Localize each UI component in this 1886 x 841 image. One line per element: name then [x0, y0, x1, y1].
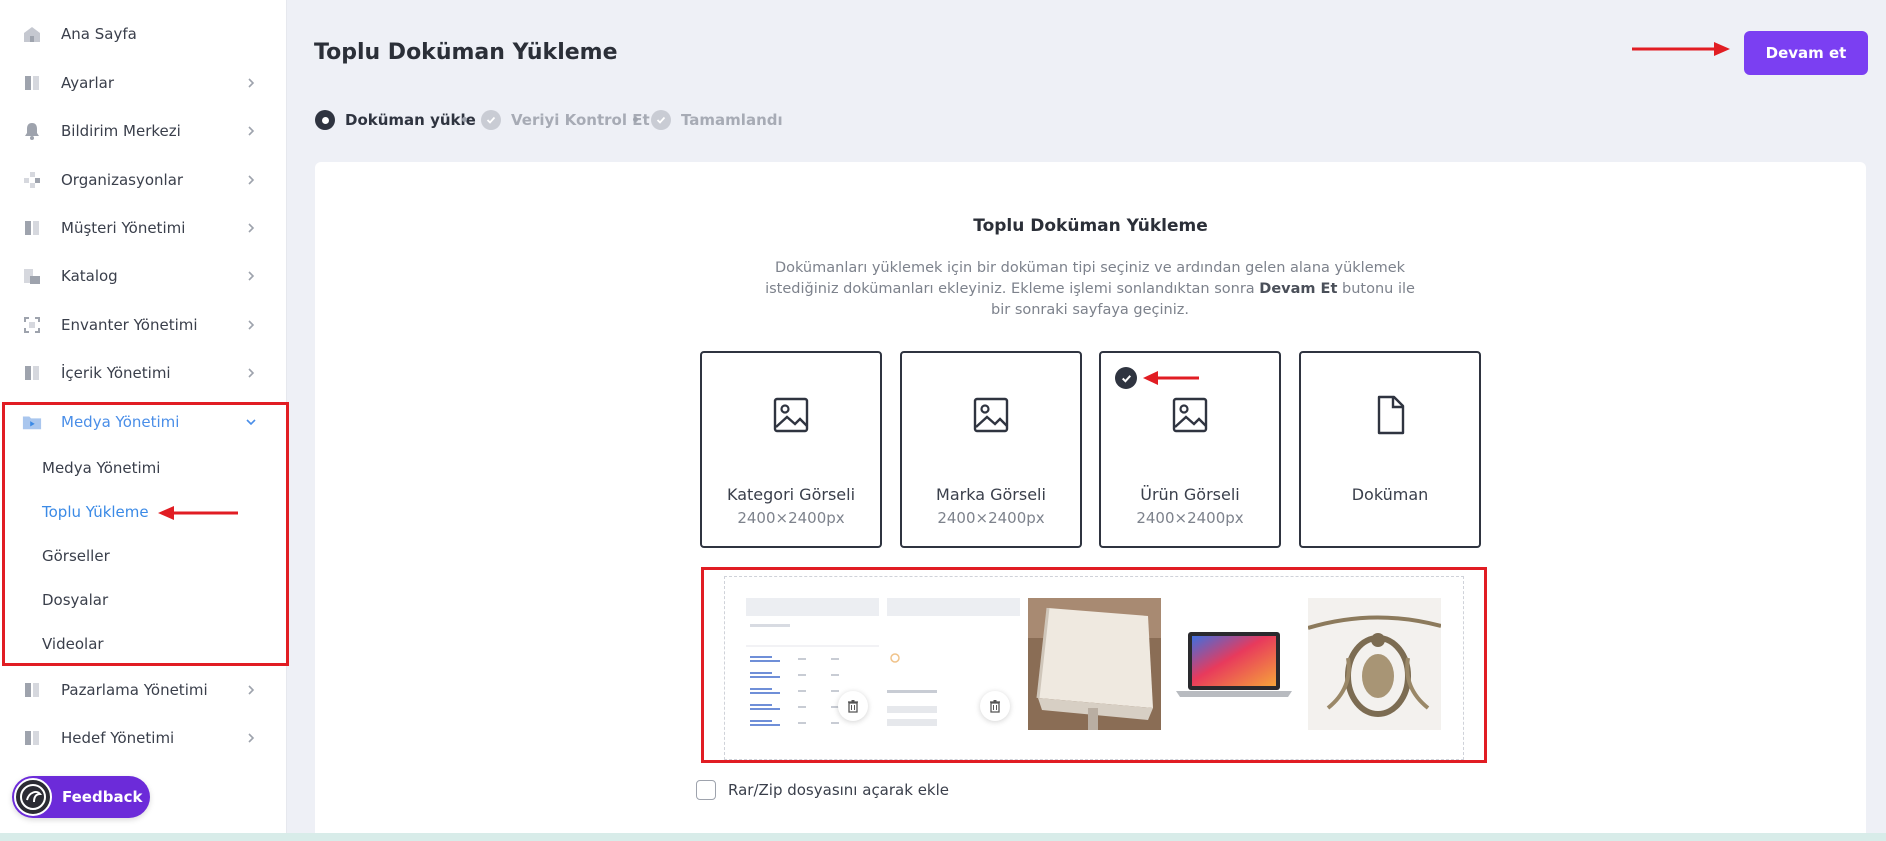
upload-title: Toplu Doküman Yükleme — [973, 216, 1208, 236]
sidebar-item-customers[interactable]: Müşteri Yönetimi — [0, 208, 287, 248]
chevron-right-icon — [248, 223, 255, 233]
step-label: Veriyi Kontrol Et — [511, 111, 650, 129]
chevron-right-icon — [248, 175, 255, 185]
step-completed: Tamamlandı — [651, 110, 783, 130]
type-size: 2400×2400px — [737, 509, 845, 527]
zip-extract-option[interactable]: Rar/Zip dosyasını açarak ekle — [696, 780, 949, 800]
sidebar-item-label: İçerik Yönetimi — [61, 364, 171, 382]
zip-extract-checkbox[interactable] — [696, 780, 716, 800]
delete-thumbnail-button[interactable] — [838, 691, 868, 721]
step-current-icon — [315, 110, 335, 130]
zip-extract-label: Rar/Zip dosyasını açarak ekle — [728, 781, 950, 799]
step-label: Tamamlandı — [681, 111, 783, 129]
annotation-arrow-left — [158, 506, 238, 520]
sidebar-item-label: Ana Sayfa — [61, 25, 137, 43]
image-icon — [773, 397, 809, 433]
customer-icon — [22, 218, 42, 238]
organization-icon — [22, 170, 42, 190]
sidebar-item-catalog[interactable]: Katalog — [0, 256, 287, 296]
sidebar-item-home[interactable]: Ana Sayfa — [0, 14, 287, 54]
type-name: Ürün Görseli — [1140, 485, 1240, 504]
sidebar-item-notifications[interactable]: Bildirim Merkezi — [0, 111, 287, 151]
document-icon — [1377, 395, 1405, 435]
inventory-icon — [22, 315, 42, 335]
sidebar-item-label: Pazarlama Yönetimi — [61, 681, 208, 699]
step-separator — [633, 117, 638, 122]
laptop-photo — [1168, 598, 1301, 730]
feedback-logo-icon — [14, 778, 52, 816]
sidebar-item-settings[interactable]: Ayarlar — [0, 63, 287, 103]
content-icon — [22, 363, 42, 383]
type-card-category-image[interactable]: Kategori Görseli 2400×2400px — [700, 351, 882, 548]
tablecloth-photo — [1028, 598, 1161, 730]
sidebar-item-label: Katalog — [61, 267, 118, 285]
upload-card: Toplu Doküman Yükleme Dokümanları yüklem… — [315, 162, 1866, 841]
chevron-right-icon — [248, 126, 255, 136]
bell-icon — [22, 121, 42, 141]
feedback-label: Feedback — [62, 788, 143, 806]
check-circle-icon — [481, 110, 501, 130]
settings-panel-icon — [22, 73, 42, 93]
home-icon — [22, 24, 42, 44]
annotation-arrow-left — [1143, 371, 1199, 385]
sidebar-item-organizations[interactable]: Organizasyonlar — [0, 160, 287, 200]
type-size: 2400×2400px — [937, 509, 1045, 527]
catalog-icon — [22, 266, 42, 286]
type-size: 2400×2400px — [1136, 509, 1244, 527]
type-card-brand-image[interactable]: Marka Görseli 2400×2400px — [900, 351, 1082, 548]
image-icon — [1172, 397, 1208, 433]
sidebar-item-label: Ayarlar — [61, 74, 115, 92]
sidebar-item-targets[interactable]: Hedef Yönetimi — [0, 718, 287, 758]
sidebar-item-label: Müşteri Yönetimi — [61, 219, 186, 237]
page-title: Toplu Doküman Yükleme — [314, 40, 618, 65]
chevron-right-icon — [248, 320, 255, 330]
chevron-right-icon — [248, 78, 255, 88]
sidebar-item-label: Envanter Yönetimi — [61, 316, 198, 334]
image-icon — [973, 397, 1009, 433]
sidebar-item-label: Organizasyonlar — [61, 171, 184, 189]
sidebar-item-content[interactable]: İçerik Yönetimi — [0, 353, 287, 393]
bottom-status-strip — [0, 833, 1886, 841]
chevron-right-icon — [248, 271, 255, 281]
check-circle-icon — [1115, 367, 1137, 389]
chevron-right-icon — [248, 733, 255, 743]
thumbnail-laptop-photo[interactable] — [1168, 598, 1301, 730]
annotation-highlight-box — [701, 567, 1487, 763]
step-separator — [462, 117, 467, 122]
chevron-right-icon — [248, 685, 255, 695]
trash-icon — [848, 700, 858, 713]
delete-thumbnail-button[interactable] — [980, 691, 1010, 721]
check-circle-icon — [651, 110, 671, 130]
type-name: Doküman — [1351, 485, 1429, 504]
marketing-icon — [22, 680, 42, 700]
embroidery-photo — [1308, 598, 1441, 730]
sidebar-item-inventory[interactable]: Envanter Yönetimi — [0, 305, 287, 345]
sidebar-item-marketing[interactable]: Pazarlama Yönetimi — [0, 670, 287, 710]
thumbnail-embroidery-photo[interactable] — [1308, 598, 1441, 730]
trash-icon — [990, 700, 1000, 713]
type-card-document[interactable]: Doküman — [1299, 351, 1481, 548]
sidebar: Ana Sayfa Ayarlar Bildirim Merkezi Organ… — [0, 0, 289, 841]
type-name: Kategori Görseli — [726, 485, 856, 504]
feedback-button[interactable]: Feedback — [12, 776, 150, 818]
chevron-right-icon — [248, 368, 255, 378]
step-upload-document: Doküman yükle — [315, 110, 476, 130]
type-card-product-image[interactable]: Ürün Görseli 2400×2400px — [1099, 351, 1281, 548]
step-label: Doküman yükle — [345, 111, 476, 129]
thumbnail-tablecloth-photo[interactable] — [1028, 598, 1161, 730]
continue-button[interactable]: Devam et — [1744, 31, 1868, 75]
sidebar-item-label: Hedef Yönetimi — [61, 729, 175, 747]
target-icon — [22, 728, 42, 748]
sidebar-item-label: Bildirim Merkezi — [61, 122, 181, 140]
upload-description: Dokümanları yüklemek için bir doküman ti… — [765, 260, 1415, 318]
type-name: Marka Görseli — [936, 485, 1046, 504]
upload-dropzone[interactable] — [724, 576, 1464, 760]
annotation-arrow-right — [1632, 42, 1730, 56]
annotation-highlight-box — [2, 402, 289, 666]
step-verify-data: Veriyi Kontrol Et — [481, 110, 650, 130]
